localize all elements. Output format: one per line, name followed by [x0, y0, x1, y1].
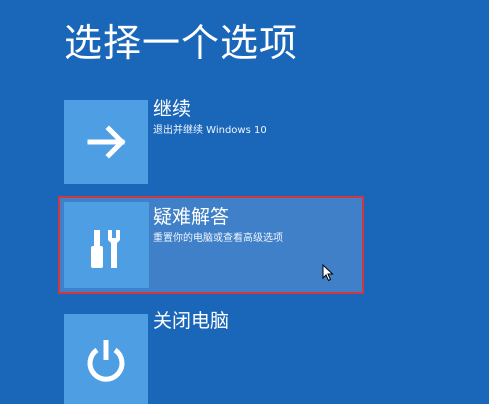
shutdown-tile[interactable]: [64, 314, 148, 404]
continue-option[interactable]: 继续 退出并继续 Windows 10: [58, 94, 364, 192]
continue-tile[interactable]: [64, 100, 148, 184]
arrow-right-icon: [87, 125, 126, 159]
troubleshoot-title: 疑难解答: [153, 206, 230, 228]
shutdown-title: 关闭电脑: [153, 310, 230, 332]
continue-title: 继续: [153, 98, 192, 120]
tools-icon: [91, 230, 120, 268]
mouse-pointer-icon: [322, 264, 334, 282]
troubleshoot-tile[interactable]: [64, 202, 149, 288]
continue-description: 退出并继续 Windows 10: [153, 125, 267, 136]
shutdown-option[interactable]: 关闭电脑: [58, 306, 364, 404]
power-icon: [87, 340, 125, 382]
page-title: 选择一个选项: [64, 21, 299, 65]
troubleshoot-description: 重置你的电脑或查看高级选项: [153, 233, 283, 244]
troubleshoot-option[interactable]: 疑难解答 重置你的电脑或查看高级选项: [58, 196, 364, 294]
